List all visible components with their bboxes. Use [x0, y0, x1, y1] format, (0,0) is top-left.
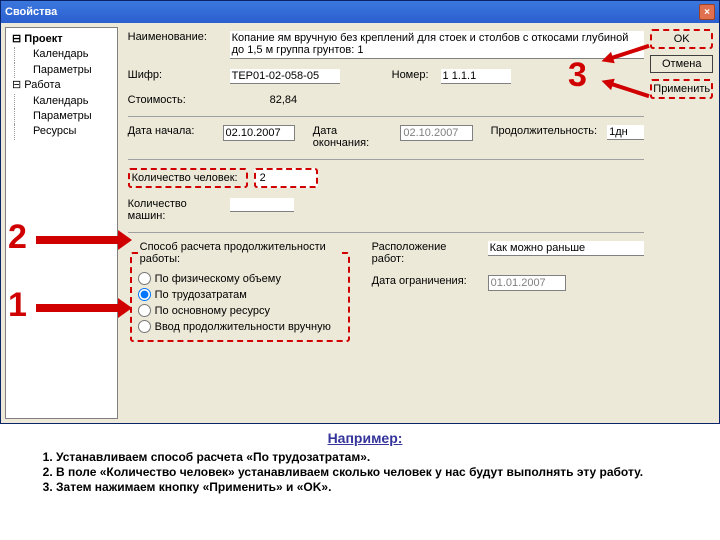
instructions: Например: Устанавливаем способ расчета «… [0, 424, 720, 505]
titlebar: Свойства × [1, 1, 719, 23]
arrow-1 [36, 304, 120, 312]
label-name: Наименование: [128, 31, 224, 43]
input-name[interactable]: Копание ям вручную без креплений для сто… [230, 31, 645, 59]
instruction-2: В поле «Количество человек» устанавливае… [56, 465, 700, 479]
ok-button[interactable]: OK [650, 29, 713, 49]
label-code: Шифр: [128, 69, 224, 81]
tree-work-params[interactable]: Параметры [14, 109, 115, 124]
input-code[interactable]: ТЕР01-02-058-05 [230, 69, 340, 84]
calc-method-group: Способ расчета продолжительности работы:… [130, 241, 350, 342]
label-persons: Количество человек: [128, 168, 248, 188]
input-persons[interactable]: 2 [254, 168, 318, 188]
radio-labor[interactable]: По трудозатратам [138, 288, 342, 301]
cancel-button[interactable]: Отмена [650, 55, 713, 73]
window-title: Свойства [5, 6, 57, 18]
tree-project-calendar[interactable]: Календарь [14, 47, 115, 62]
input-dlimit: 01.01.2007 [488, 275, 566, 291]
tree-work-calendar[interactable]: Календарь [14, 94, 115, 109]
annotation-3: 3 [568, 56, 587, 95]
instruction-1: Устанавливаем способ расчета «По трудоза… [56, 450, 700, 464]
calc-method-legend: Способ расчета продолжительности работы: [138, 241, 342, 265]
label-dstart: Дата начала: [128, 125, 217, 137]
tree-project-params[interactable]: Параметры [14, 63, 115, 78]
tree-work-resources[interactable]: Ресурсы [14, 124, 115, 139]
annotation-1: 1 [8, 286, 27, 325]
label-duration: Продолжительность: [491, 125, 597, 137]
arrow-2 [36, 236, 120, 244]
radio-resource[interactable]: По основному ресурсу [138, 304, 342, 317]
instructions-heading: Например: [30, 430, 700, 446]
value-cost: 82,84 [230, 94, 320, 106]
tree-project[interactable]: Проект [24, 33, 62, 45]
input-machines[interactable] [230, 198, 294, 212]
label-cost: Стоимость: [128, 94, 224, 106]
radio-manual[interactable]: Ввод продолжительности вручную [138, 320, 342, 333]
label-machines: Количество машин: [128, 198, 224, 222]
label-number: Номер: [392, 69, 429, 81]
label-placement: Расположение работ: [372, 241, 482, 265]
input-dstart[interactable]: 02.10.2007 [223, 125, 296, 141]
close-icon[interactable]: × [699, 4, 715, 20]
instruction-3: Затем нажимаем кнопку «Применить» и «OK»… [56, 480, 700, 494]
annotation-2: 2 [8, 218, 27, 257]
apply-button[interactable]: Применить [650, 79, 713, 99]
tree-work[interactable]: Работа [24, 79, 60, 91]
input-duration[interactable]: 1дн [607, 125, 644, 140]
input-number[interactable]: 1 1.1.1 [441, 69, 511, 84]
radio-phys[interactable]: По физическому объему [138, 272, 342, 285]
input-dend: 02.10.2007 [400, 125, 473, 141]
label-dend: Дата окончания: [313, 125, 391, 149]
label-dlimit: Дата ограничения: [372, 275, 482, 287]
select-placement[interactable]: Как можно раньше [488, 241, 645, 256]
